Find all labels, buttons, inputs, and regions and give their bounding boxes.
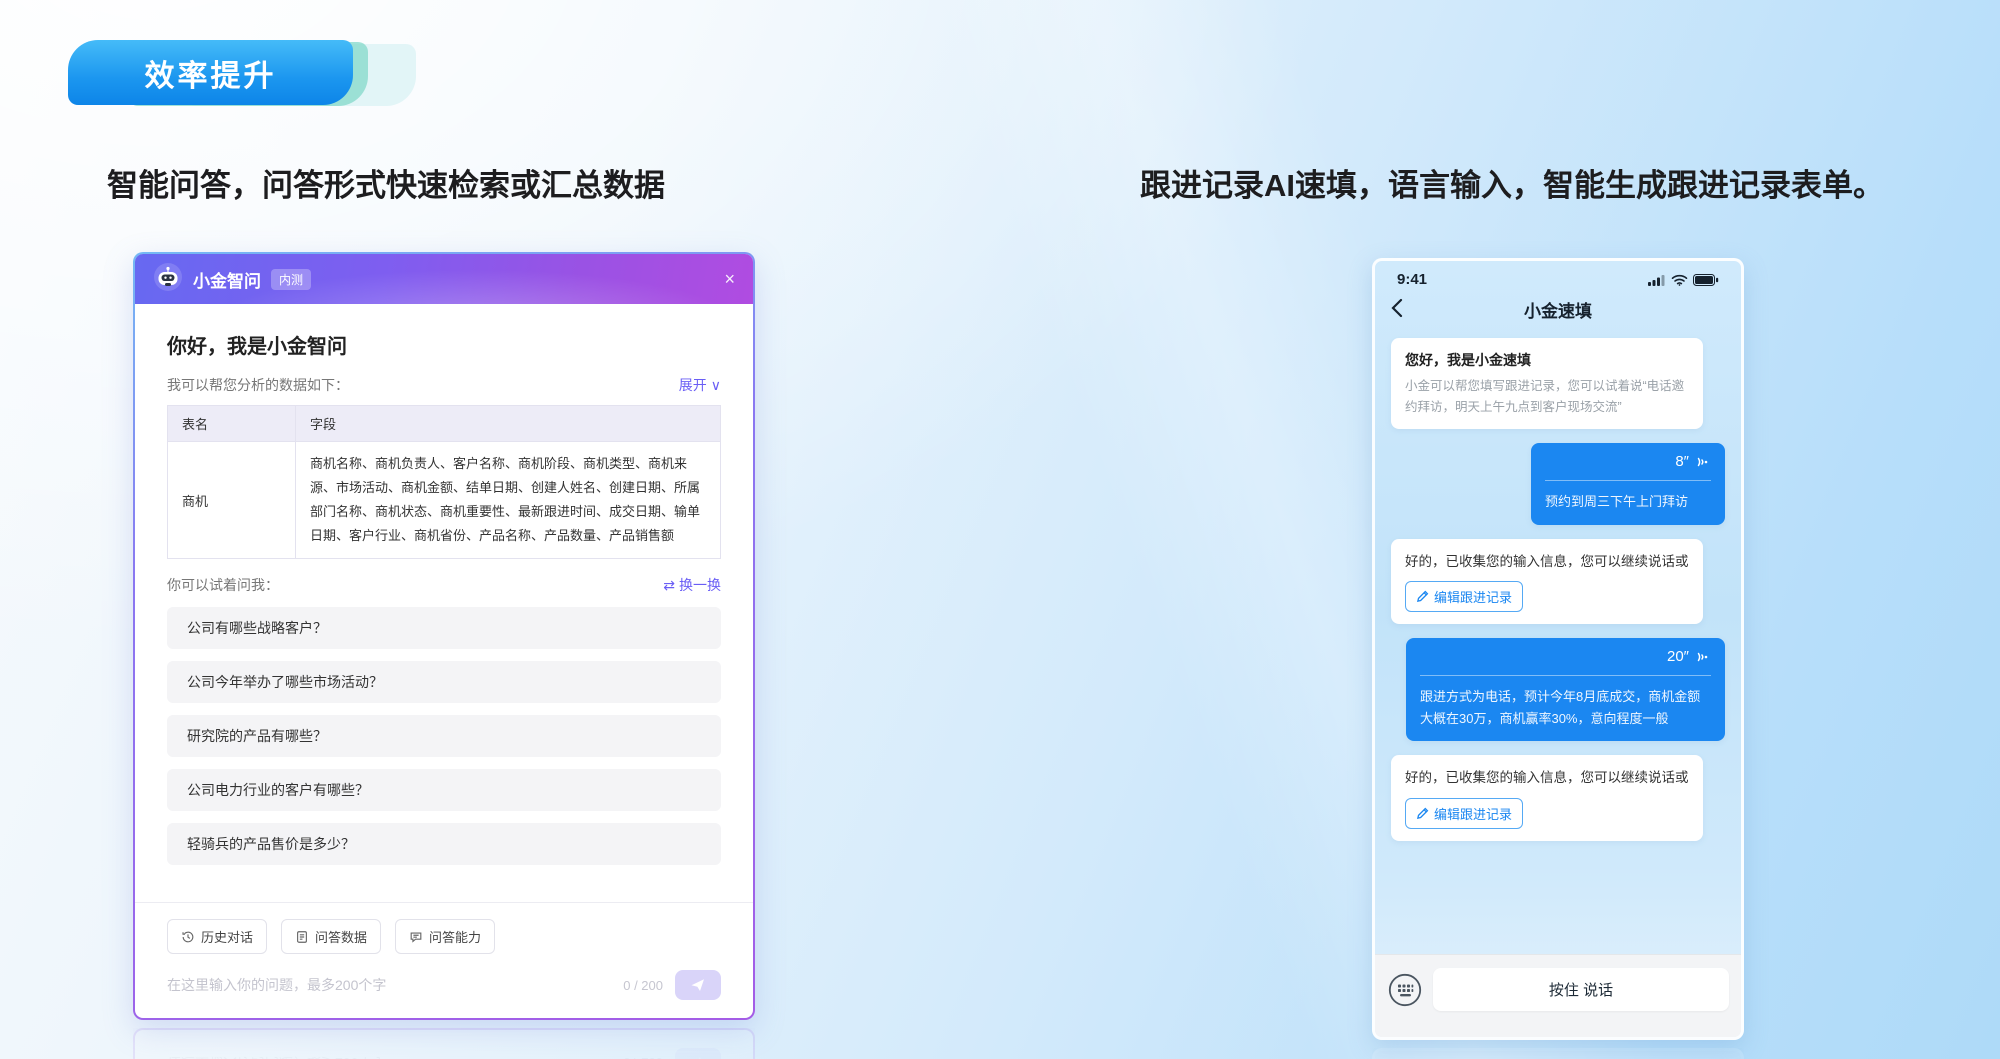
question-item[interactable]: 公司今年举办了哪些市场活动？ — [167, 661, 721, 703]
try-ask-label: 你可以试着问我： — [167, 575, 279, 595]
table-header-name: 表名 — [168, 406, 296, 442]
collected-text: 好的，已收集您的输入信息，您可以继续说话或 — [1405, 551, 1689, 573]
robot-avatar-icon — [153, 262, 183, 297]
voice-message-bubble[interactable]: 20″ 跟进方式为电话，预计今年8月底成交，商机金额大概在30万，商机赢率30%… — [1406, 638, 1725, 741]
close-icon[interactable]: × — [724, 270, 735, 288]
welcome-bubble: 您好，我是小金速填 小金可以帮您填写跟进记录，您可以试着说“电话邀约拜访，明天上… — [1391, 338, 1703, 429]
right-title-rest: ，语言输入，智能生成跟进记录表单。 — [1357, 168, 1884, 203]
swap-icon: ⇄ — [663, 577, 675, 594]
qa-ability-label: 问答能力 — [429, 927, 481, 946]
section-badge: 效率提升 — [68, 40, 408, 110]
voice-divider — [1545, 480, 1711, 481]
keyboard-icon[interactable] — [1387, 972, 1423, 1008]
pencil-icon — [1416, 807, 1429, 820]
voice-divider — [1420, 675, 1711, 676]
status-time: 9:41 — [1397, 271, 1427, 288]
qa-window-title: 小金智问 — [193, 267, 261, 292]
history-clock-icon — [181, 930, 195, 944]
badge-label: 效率提升 — [68, 40, 353, 105]
hold-to-talk-button[interactable]: 按住 说话 — [1433, 968, 1729, 1011]
left-section-title: 智能问答，问答形式快速检索或汇总数据 — [107, 160, 665, 205]
collected-bubble: 好的，已收集您的输入信息，您可以继续说话或 编辑跟进记录 — [1391, 539, 1703, 625]
wifi-icon — [1671, 274, 1688, 286]
voice-wave-icon — [1695, 454, 1711, 470]
slide-canvas: 效率提升 智能问答，问答形式快速检索或汇总数据 跟进记录AI速填，语言输入，智能… — [0, 0, 2000, 1059]
expand-link[interactable]: 展开 ∨ — [679, 375, 721, 395]
question-item[interactable]: 研究院的产品有哪些？ — [167, 715, 721, 757]
refresh-label: 换一换 — [679, 575, 721, 595]
back-icon[interactable] — [1391, 298, 1403, 323]
chevron-down-icon: ∨ — [711, 377, 721, 394]
collected-bubble: 好的，已收集您的输入信息，您可以继续说话或 编辑跟进记录 — [1391, 755, 1703, 841]
qa-data-button[interactable]: 问答数据 — [281, 919, 381, 954]
nav-bar: 小金速填 — [1375, 288, 1741, 330]
send-button[interactable] — [675, 970, 721, 1000]
refresh-link[interactable]: ⇄ 换一换 — [663, 575, 721, 595]
qa-data-label: 问答数据 — [315, 927, 367, 946]
chat-bubble-icon — [409, 930, 423, 944]
battery-icon — [1693, 274, 1719, 286]
paper-plane-icon — [690, 977, 706, 993]
status-bar: 9:41 — [1375, 261, 1741, 288]
beta-badge: 内测 — [271, 269, 311, 290]
data-table: 表名 字段 商机 商机名称、商机负责人、客户名称、商机阶段、商机类型、商机来源、… — [167, 405, 721, 559]
char-counter: 0 / 200 — [623, 978, 663, 993]
right-section-title: 跟进记录AI速填，语言输入，智能生成跟进记录表单。 — [1140, 160, 1884, 205]
signal-icon — [1648, 274, 1666, 286]
voice-input-bar: 按住 说话 — [1375, 954, 1741, 1037]
pencil-icon — [1416, 590, 1429, 603]
voice-duration: 20″ — [1667, 648, 1689, 665]
voice-wave-icon — [1695, 649, 1711, 665]
question-input[interactable] — [167, 977, 613, 993]
qa-window: 小金智问 内测 × 你好，我是小金智问 我可以帮您分析的数据如下： 展开 ∨ 表… — [133, 252, 755, 1020]
question-item[interactable]: 公司电力行业的客户有哪些？ — [167, 769, 721, 811]
table-header-row: 表名 字段 — [168, 406, 721, 442]
phone-mockup: 9:41 — [1372, 258, 1744, 1040]
table-cell-fields: 商机名称、商机负责人、客户名称、商机阶段、商机类型、商机来源、市场活动、商机金额… — [296, 442, 721, 559]
question-item[interactable]: 轻骑兵的产品售价是多少？ — [167, 823, 721, 865]
chat-area: 您好，我是小金速填 小金可以帮您填写跟进记录，您可以试着说“电话邀约拜访，明天上… — [1375, 330, 1741, 954]
table-row: 商机 商机名称、商机负责人、客户名称、商机阶段、商机类型、商机来源、市场活动、商… — [168, 442, 721, 559]
qa-footer: 历史对话 问答数据 问答能力 — [135, 902, 753, 1018]
question-item[interactable]: 公司有哪些战略客户？ — [167, 607, 721, 649]
nav-title: 小金速填 — [1524, 297, 1592, 322]
table-cell-name: 商机 — [168, 442, 296, 559]
voice-message-bubble[interactable]: 8″ 预约到周三下午上门拜访 — [1531, 443, 1725, 524]
voice-duration: 8″ — [1675, 453, 1689, 470]
welcome-title: 您好，我是小金速填 — [1405, 350, 1689, 370]
welcome-body: 小金可以帮您填写跟进记录，您可以试着说“电话邀约拜访，明天上午九点到客户现场交流… — [1405, 376, 1689, 417]
voice-transcript: 跟进方式为电话，预计今年8月底成交，商机金额大概在30万，商机赢率30%，意向程… — [1420, 686, 1711, 729]
left-title-lead: 智能问答 — [107, 168, 231, 203]
edit-record-label: 编辑跟进记录 — [1434, 587, 1512, 606]
data-intro-label: 我可以帮您分析的数据如下： — [167, 375, 349, 395]
voice-transcript: 预约到周三下午上门拜访 — [1545, 491, 1711, 512]
history-chat-button[interactable]: 历史对话 — [167, 919, 267, 954]
edit-record-button[interactable]: 编辑跟进记录 — [1405, 581, 1523, 612]
edit-record-button[interactable]: 编辑跟进记录 — [1405, 798, 1523, 829]
collected-text: 好的，已收集您的输入信息，您可以继续说话或 — [1405, 767, 1689, 789]
history-chat-label: 历史对话 — [201, 927, 253, 946]
qa-window-header: 小金智问 内测 × — [135, 254, 753, 304]
left-title-rest: ，问答形式快速检索或汇总数据 — [231, 168, 665, 203]
document-icon — [295, 930, 309, 944]
expand-label: 展开 — [679, 375, 707, 395]
table-header-fields: 字段 — [296, 406, 721, 442]
qa-greeting: 你好，我是小金智问 — [167, 330, 721, 359]
qa-ability-button[interactable]: 问答能力 — [395, 919, 495, 954]
suggested-questions: 公司有哪些战略客户？ 公司今年举办了哪些市场活动？ 研究院的产品有哪些？ 公司电… — [167, 607, 721, 877]
edit-record-label: 编辑跟进记录 — [1434, 804, 1512, 823]
right-title-lead: 跟进记录AI速填 — [1140, 168, 1357, 203]
